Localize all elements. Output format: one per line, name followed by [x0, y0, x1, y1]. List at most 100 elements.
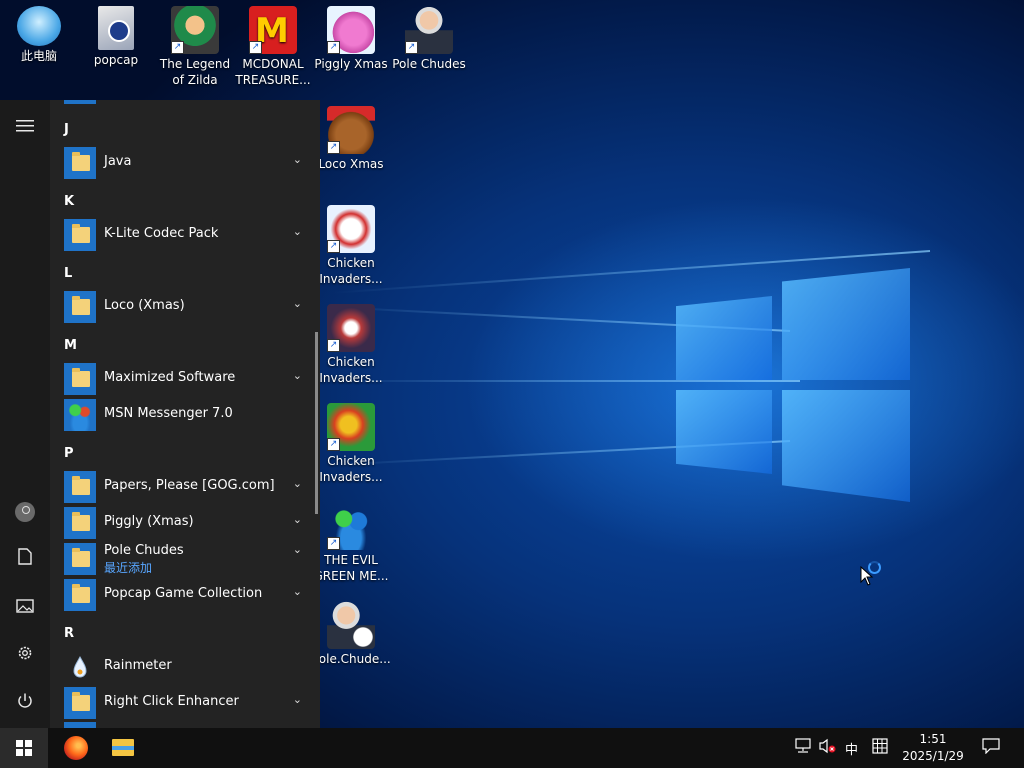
shortcut-arrow-icon: ↗: [327, 41, 340, 54]
desktop-icon-loco-xmas[interactable]: ↗ Loco Xmas: [312, 106, 390, 172]
shortcut-arrow-icon: ↗: [171, 41, 184, 54]
app-piggly-xmas[interactable]: Piggly (Xmas) ⌄: [62, 505, 310, 541]
chevron-down-icon[interactable]: ⌄: [293, 585, 302, 598]
desktop-icon-label: Chicken Invaders...: [319, 355, 383, 385]
desktop-icon-mcdonal[interactable]: M ↗ MCDONAL TREASURE...: [234, 6, 312, 88]
settings-gear-icon[interactable]: [13, 644, 37, 668]
wallpaper-logo-pane: [676, 390, 772, 474]
ime-mode-indicator[interactable]: 中: [845, 739, 858, 758]
folder-icon: [64, 219, 96, 251]
chevron-down-icon[interactable]: ⌄: [293, 543, 302, 556]
clock-date: 2025/1/29: [902, 749, 964, 763]
desktop-icon-chicken-invaders-3[interactable]: ↗ Chicken Invaders...: [312, 403, 390, 485]
user-account-icon[interactable]: [13, 500, 37, 524]
app-label: Right Click Enhancer: [104, 694, 239, 709]
chicken-invaders-icon: ↗: [327, 304, 375, 352]
computer-icon: [17, 6, 61, 46]
pole-chudes-icon: ↗: [405, 6, 453, 54]
app-popcap-game-collection[interactable]: Popcap Game Collection ⌄: [62, 577, 310, 613]
shortcut-arrow-icon: ↗: [249, 41, 262, 54]
desktop-icon-label: Pole.Chude...: [312, 652, 390, 666]
desktop-icon-popcap[interactable]: popcap: [77, 6, 155, 68]
section-header-k[interactable]: K: [64, 194, 74, 209]
rainmeter-icon: [64, 651, 96, 683]
desktop-icon-evil-green-me[interactable]: ↗ THE EVIL GREEN ME...: [312, 502, 390, 584]
app-right-click-enhancer[interactable]: Right Click Enhancer ⌄: [62, 685, 310, 721]
power-icon[interactable]: [13, 692, 37, 716]
desktop-icon-piggly-xmas[interactable]: ↗ Piggly Xmas: [312, 6, 390, 72]
chevron-down-icon[interactable]: ⌄: [293, 225, 302, 238]
recently-added-badge: 最近添加: [104, 561, 153, 575]
chevron-down-icon[interactable]: ⌄: [293, 297, 302, 310]
app-label: Java: [104, 154, 132, 169]
chevron-down-icon[interactable]: ⌄: [293, 153, 302, 166]
msn-icon: ↗: [327, 502, 375, 550]
app-loco-xmas[interactable]: Loco (Xmas) ⌄: [62, 289, 310, 325]
shortcut-arrow-icon: ↗: [327, 240, 340, 253]
app-maximized-software[interactable]: Maximized Software ⌄: [62, 361, 310, 397]
chevron-down-icon[interactable]: ⌄: [293, 477, 302, 490]
desktop-icon-legend-of-zilda[interactable]: ↗ The Legend of Zilda: [156, 6, 234, 88]
desktop-icon-pole-chudes[interactable]: ↗ Pole Chudes: [390, 6, 468, 72]
app-label: Piggly (Xmas): [104, 514, 194, 529]
mcdonalds-icon: M ↗: [249, 6, 297, 54]
app-papers-please[interactable]: Papers, Please [GOG.com] ⌄: [62, 469, 310, 505]
notification-center-icon[interactable]: [982, 738, 1000, 758]
section-header-m[interactable]: M: [64, 338, 77, 353]
taskbar-firefox[interactable]: [52, 728, 100, 768]
section-header-j[interactable]: J: [64, 122, 69, 137]
start-button[interactable]: [0, 728, 48, 768]
network-icon[interactable]: [794, 738, 812, 758]
taskbar-file-explorer[interactable]: [100, 728, 148, 768]
section-header-r[interactable]: R: [64, 626, 74, 641]
app-label: MSN Messenger 7.0: [104, 406, 233, 421]
hamburger-menu-icon[interactable]: [13, 116, 37, 140]
file-explorer-icon: [112, 739, 134, 756]
chevron-down-icon[interactable]: ⌄: [293, 693, 302, 706]
section-header-l[interactable]: L: [64, 266, 72, 281]
desktop-icon-chicken-invaders-2[interactable]: ↗ Chicken Invaders...: [312, 304, 390, 386]
piggly-icon: ↗: [327, 6, 375, 54]
chevron-down-icon[interactable]: ⌄: [293, 513, 302, 526]
documents-icon[interactable]: [13, 548, 37, 572]
folder-icon: [64, 543, 96, 575]
start-menu-app-list[interactable]: J Java ⌄ K K-Lite Codec Pack ⌄ L Loco (X…: [50, 100, 320, 728]
section-header-p[interactable]: P: [64, 446, 74, 461]
desktop-icon-label: The Legend of Zilda: [159, 57, 231, 87]
desktop-icon-label: Chicken Invaders...: [319, 256, 383, 286]
app-label: Maximized Software: [104, 370, 236, 385]
firefox-icon: [64, 736, 88, 760]
app-label: K-Lite Codec Pack: [104, 226, 219, 241]
app-label: Rainmeter: [104, 658, 172, 673]
taskbar-clock[interactable]: 1:51 2025/1/29: [898, 731, 968, 765]
desktop-icon-pole-chudes-setup[interactable]: Pole.Chude...: [312, 601, 390, 667]
wallpaper-beam: [330, 380, 800, 382]
desktop-icon-this-pc[interactable]: 此电脑: [0, 6, 78, 64]
desktop-icon-label: Piggly Xmas: [314, 57, 388, 71]
app-pole-chudes[interactable]: Pole Chudes 最近添加 ⌄: [62, 541, 310, 577]
app-java[interactable]: Java ⌄: [62, 145, 310, 181]
pictures-icon[interactable]: [13, 596, 37, 620]
app-list-scrollbar[interactable]: [315, 332, 318, 514]
partial-app-tile: [64, 100, 96, 104]
app-label: Pole Chudes: [104, 543, 184, 558]
pole-chudes-setup-icon: [327, 601, 375, 649]
app-msn-messenger[interactable]: MSN Messenger 7.0: [62, 397, 310, 433]
volume-muted-icon[interactable]: [819, 738, 837, 758]
desktop-icon-label: Loco Xmas: [318, 157, 384, 171]
desktop-icon-chicken-invaders-1[interactable]: ↗ Chicken Invaders...: [312, 205, 390, 287]
wallpaper-logo-pane: [782, 390, 910, 502]
shortcut-arrow-icon: ↗: [327, 537, 340, 550]
app-k-lite-codec-pack[interactable]: K-Lite Codec Pack ⌄: [62, 217, 310, 253]
app-rainmeter[interactable]: Rainmeter: [62, 649, 310, 685]
folder-icon: [64, 687, 96, 719]
desktop-icon-label: 此电脑: [20, 49, 57, 63]
folder-icon: [64, 507, 96, 539]
desktop-icon-label: Pole Chudes: [392, 57, 466, 71]
folder-icon: [64, 471, 96, 503]
chevron-down-icon[interactable]: ⌄: [293, 369, 302, 382]
folder-icon: [64, 147, 96, 179]
ime-keyboard-icon[interactable]: [872, 738, 888, 758]
folder-icon: [64, 579, 96, 611]
game-zilda-icon: ↗: [171, 6, 219, 54]
